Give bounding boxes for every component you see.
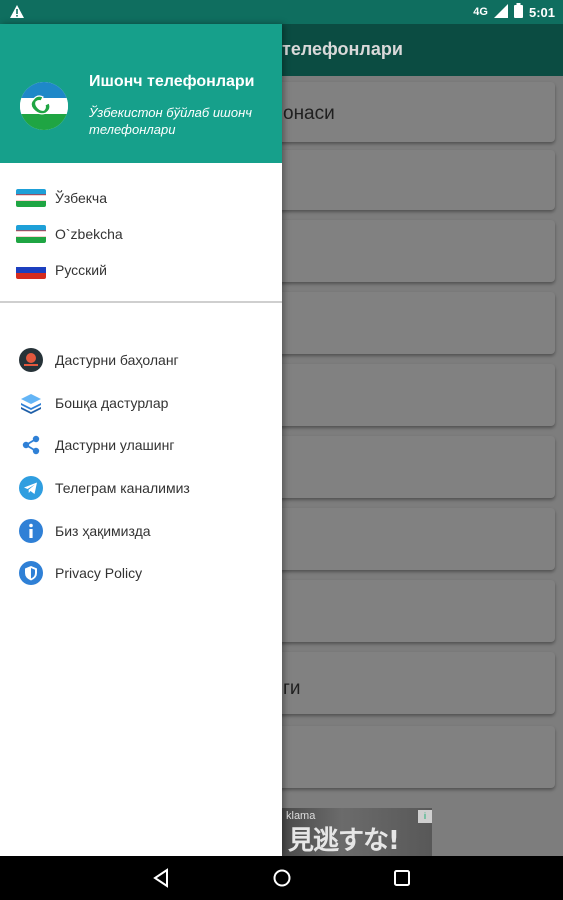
list-card[interactable] xyxy=(255,150,555,210)
list-card-label: ги xyxy=(283,678,301,699)
warning-icon xyxy=(10,5,24,23)
status-bar: 4G 5:01 xyxy=(0,0,563,24)
menu-item-label: Биз ҳақимизда xyxy=(55,523,151,539)
list-card[interactable] xyxy=(255,726,555,788)
language-item-russian[interactable]: Русский xyxy=(0,252,282,288)
ad-text: 見逃すな! xyxy=(288,826,400,856)
language-item-uz-latin[interactable]: O`zbekcha xyxy=(0,216,282,252)
system-nav-bar xyxy=(0,856,563,900)
divider xyxy=(0,301,282,303)
ad-info-icon[interactable]: i xyxy=(418,810,432,823)
menu-item-share-app[interactable]: Дастурни улашинг xyxy=(0,427,282,463)
ad-banner[interactable]: klama 見逃すな! xyxy=(282,808,432,856)
list-card[interactable] xyxy=(255,220,555,282)
language-label: Русский xyxy=(55,262,107,278)
drawer-title: Ишонч телефонлари xyxy=(89,73,255,90)
share-icon xyxy=(18,432,44,458)
signal-icon xyxy=(493,3,508,21)
app-title: телефонлари xyxy=(282,39,403,59)
telegram-icon xyxy=(18,475,44,501)
drawer-header: Ишонч телефонлари Ўзбекистон бўйлаб ишон… xyxy=(0,24,282,163)
home-icon[interactable] xyxy=(270,866,294,890)
menu-item-label: Дастурни баҳоланг xyxy=(55,352,179,368)
info-icon xyxy=(18,518,44,544)
language-label: O`zbekcha xyxy=(55,226,123,242)
list-card[interactable] xyxy=(255,580,555,642)
clock: 5:01 xyxy=(528,4,555,20)
list-card[interactable] xyxy=(255,508,555,570)
uzbekistan-flag-icon xyxy=(16,189,46,207)
uzbekistan-flag-icon xyxy=(16,225,46,243)
recents-icon[interactable] xyxy=(390,866,414,890)
menu-item-label: Privacy Policy xyxy=(55,565,143,581)
russia-flag-icon xyxy=(16,261,46,279)
network-type: 4G xyxy=(473,6,488,18)
battery-icon xyxy=(513,3,523,21)
menu-item-privacy-policy[interactable]: Privacy Policy xyxy=(0,555,282,591)
menu-item-rate-app[interactable]: Дастурни баҳоланг xyxy=(0,342,282,378)
list-card[interactable] xyxy=(255,292,555,354)
menu-item-other-apps[interactable]: Бошқа дастурлар xyxy=(0,385,282,421)
layers-icon xyxy=(18,390,44,416)
list-card[interactable] xyxy=(255,436,555,498)
menu-item-label: Бошқа дастурлар xyxy=(55,395,169,411)
app-logo xyxy=(20,82,68,130)
menu-item-telegram-channel[interactable]: Телеграм каналимиз xyxy=(0,470,282,506)
list-card[interactable] xyxy=(255,364,555,426)
shield-icon xyxy=(18,560,44,586)
list-card-label: онаси xyxy=(283,103,335,124)
back-icon[interactable] xyxy=(150,866,174,890)
navigation-drawer: Ишонч телефонлари Ўзбекистон бўйлаб ишон… xyxy=(0,24,282,856)
language-label: Ўзбекча xyxy=(55,190,108,206)
menu-item-about-us[interactable]: Биз ҳақимизда xyxy=(0,513,282,549)
rate-icon xyxy=(18,347,44,373)
menu-item-label: Телеграм каналимиз xyxy=(55,480,190,496)
language-item-uz-cyrillic[interactable]: Ўзбекча xyxy=(0,180,282,216)
drawer-subtitle: Ўзбекистон бўйлаб ишонч телефонлари xyxy=(89,105,252,137)
menu-item-label: Дастурни улашинг xyxy=(55,437,175,453)
